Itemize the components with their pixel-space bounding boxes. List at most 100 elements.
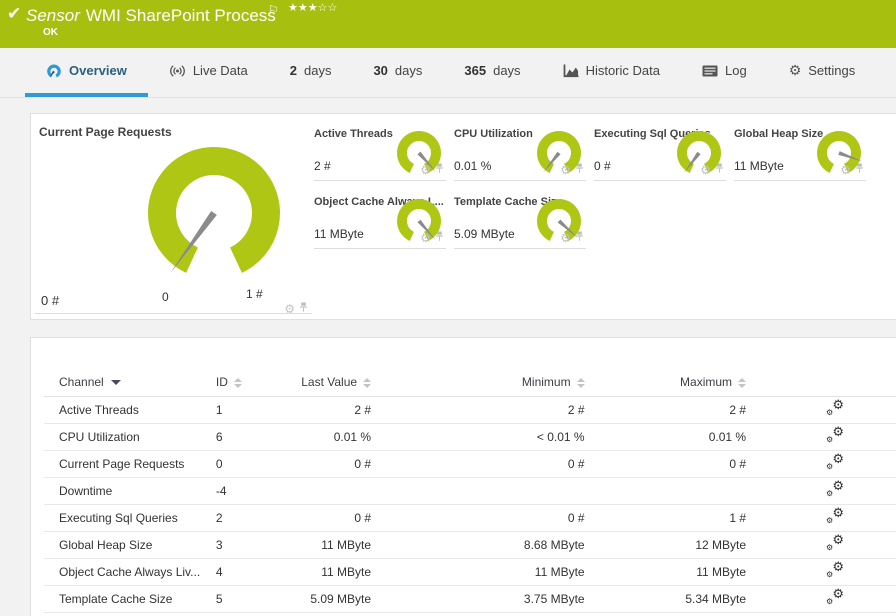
sort-both-icon: [233, 377, 242, 388]
priority-stars[interactable]: ★★★☆☆: [288, 1, 337, 14]
gauge-cell-template-cache-size[interactable]: Template Cache Size 5.09 MByte ⚙: [454, 191, 586, 249]
tab-label: Overview: [69, 63, 127, 78]
channel-gear-icon[interactable]: ⚙: [560, 232, 571, 244]
channel-pin-icon[interactable]: [575, 229, 584, 247]
gauge-cell-active-threads[interactable]: Active Threads 2 # ⚙: [314, 123, 446, 181]
table-row[interactable]: Object Cache Always Liv... 4 11 MByte 11…: [44, 558, 896, 585]
pin-icon: [576, 163, 583, 173]
cell-minimum: < 0.01 %: [536, 429, 585, 444]
table-row[interactable]: Active Threads 1 2 # 2 # 2 # ⚙ ⚙: [44, 396, 896, 423]
channel-settings-icon[interactable]: ⚙ ⚙: [826, 398, 844, 417]
tab-number: 365: [464, 63, 487, 78]
sort-desc-icon: [110, 380, 121, 386]
cell-actions: ⚙ ⚙: [746, 396, 896, 423]
cell-channel: Global Heap Size: [59, 537, 153, 552]
channel-settings-icon[interactable]: ⚙ ⚙: [826, 587, 844, 606]
tab-settings[interactable]: ⚙ Settings: [768, 48, 877, 97]
table-row[interactable]: Global Heap Size 3 11 MByte 8.68 MByte 1…: [44, 531, 896, 558]
tab-label: Live Data: [192, 63, 248, 78]
gauge-value: 0.01 %: [454, 159, 492, 173]
cell-actions: ⚙ ⚙: [746, 558, 896, 585]
tab-label: days: [303, 63, 332, 78]
cell-maximum: 5.34 MByte: [685, 591, 747, 606]
table-row[interactable]: Downtime -4 ⚙ ⚙: [44, 477, 896, 504]
cell-last-value: 11 MByte: [321, 537, 372, 552]
pin-icon: [716, 163, 723, 173]
cell-last-value: 0.01 %: [333, 429, 372, 444]
table-row[interactable]: Current Page Requests 0 0 # 0 # 0 # ⚙ ⚙: [44, 450, 896, 477]
cell-last-value: 11 MByte: [321, 564, 372, 579]
priority-flag-icon[interactable]: ⚐: [268, 3, 279, 17]
channel-pin-icon[interactable]: [855, 161, 864, 179]
channel-settings-icon[interactable]: ⚙ ⚙: [826, 452, 844, 471]
cell-id: 2: [215, 510, 223, 525]
column-header-last-value-label: Last Value: [301, 374, 358, 389]
cell-channel: CPU Utilization: [59, 429, 140, 444]
column-header-actions: [746, 368, 896, 397]
channel-gear-icon[interactable]: ⚙: [840, 164, 851, 176]
cell-actions: ⚙ ⚙: [746, 423, 896, 450]
channel-gear-icon[interactable]: ⚙: [560, 164, 571, 176]
table-row[interactable]: Executing Sql Queries 2 0 # 0 # 1 # ⚙ ⚙: [44, 504, 896, 531]
channel-table: Channel ID Last Value Minimum Maximum Ac…: [44, 368, 896, 613]
column-header-channel[interactable]: Channel: [44, 368, 216, 397]
gauge-cell-executing-sql-queries[interactable]: Executing Sql Queries 0 # ⚙: [594, 123, 726, 181]
channel-pin-icon[interactable]: [299, 300, 308, 318]
column-header-minimum[interactable]: Minimum: [371, 368, 585, 397]
tab-historic-data[interactable]: Historic Data: [542, 48, 681, 97]
cell-channel: Object Cache Always Liv...: [59, 564, 201, 579]
primary-gauge-cell[interactable]: Current Page Requests 0 1 # 0 # ⚙: [31, 114, 314, 315]
primary-gauge-scale-max: 1 #: [246, 287, 263, 301]
gauge-cell-global-heap-size[interactable]: Global Heap Size 11 MByte ⚙: [734, 123, 866, 181]
divider: [35, 313, 312, 314]
tab-days-2[interactable]: 2 days: [269, 48, 353, 97]
cell-minimum: [371, 477, 585, 504]
channel-pin-icon[interactable]: [575, 161, 584, 179]
channel-pin-icon[interactable]: [435, 229, 444, 247]
channel-gear-icon[interactable]: ⚙: [700, 164, 711, 176]
channel-settings-icon[interactable]: ⚙ ⚙: [826, 560, 844, 579]
cell-actions: ⚙ ⚙: [746, 477, 896, 504]
channel-settings-icon[interactable]: ⚙ ⚙: [826, 425, 844, 444]
tab-label: Settings: [808, 63, 856, 78]
column-header-last-value[interactable]: Last Value: [278, 368, 372, 397]
cell-maximum: 0 #: [729, 456, 747, 471]
tab-live-data[interactable]: Live Data: [148, 48, 269, 97]
pin-icon: [436, 163, 443, 173]
tab-days-30[interactable]: 30 days: [352, 48, 443, 97]
channel-pin-icon[interactable]: [715, 161, 724, 179]
gear-icon: ⚙: [788, 62, 802, 79]
channel-settings-icon[interactable]: ⚙ ⚙: [826, 533, 844, 552]
column-header-id[interactable]: ID: [215, 368, 279, 397]
column-header-minimum-label: Minimum: [521, 374, 571, 389]
cell-minimum: 3.75 MByte: [523, 591, 585, 606]
pin-icon: [300, 302, 307, 312]
sort-both-icon: [738, 377, 747, 388]
gauge-value: 0 #: [594, 159, 611, 173]
cell-actions: ⚙ ⚙: [746, 450, 896, 477]
table-row[interactable]: Template Cache Size 5 5.09 MByte 3.75 MB…: [44, 585, 896, 612]
channel-gear-icon[interactable]: ⚙: [420, 232, 431, 244]
gauge-cell-object-cache-always-l[interactable]: Object Cache Always L... 11 MByte ⚙: [314, 191, 446, 249]
tab-log[interactable]: Log: [681, 48, 768, 97]
cell-maximum: 11 MByte: [696, 564, 747, 579]
column-header-maximum[interactable]: Maximum: [584, 368, 747, 397]
tab-bar: Overview Live Data 2 days 30 days 365 days His…: [0, 48, 896, 98]
channel-settings-icon[interactable]: ⚙ ⚙: [826, 506, 844, 525]
tab-days-365[interactable]: 365 days: [443, 48, 541, 97]
tab-overview[interactable]: Overview: [25, 48, 148, 97]
cell-channel: Current Page Requests: [59, 456, 185, 471]
channel-gear-icon[interactable]: ⚙: [420, 164, 431, 176]
object-kind-label: Sensor: [26, 6, 80, 25]
channel-pin-icon[interactable]: [435, 161, 444, 179]
gauge-cell-cpu-utilization[interactable]: CPU Utilization 0.01 % ⚙: [454, 123, 586, 181]
table-row[interactable]: CPU Utilization 6 0.01 % < 0.01 % 0.01 %…: [44, 423, 896, 450]
gauge-value: 11 MByte: [314, 227, 364, 241]
sensor-title: WMI SharePoint Process: [85, 6, 276, 25]
cell-id: 1: [215, 402, 223, 417]
channel-settings-icon[interactable]: ⚙ ⚙: [826, 479, 844, 498]
column-header-maximum-label: Maximum: [680, 374, 733, 389]
cell-maximum: 1 #: [729, 510, 747, 525]
primary-gauge-scale-min: 0: [162, 290, 169, 304]
cell-channel: Downtime: [59, 483, 113, 498]
